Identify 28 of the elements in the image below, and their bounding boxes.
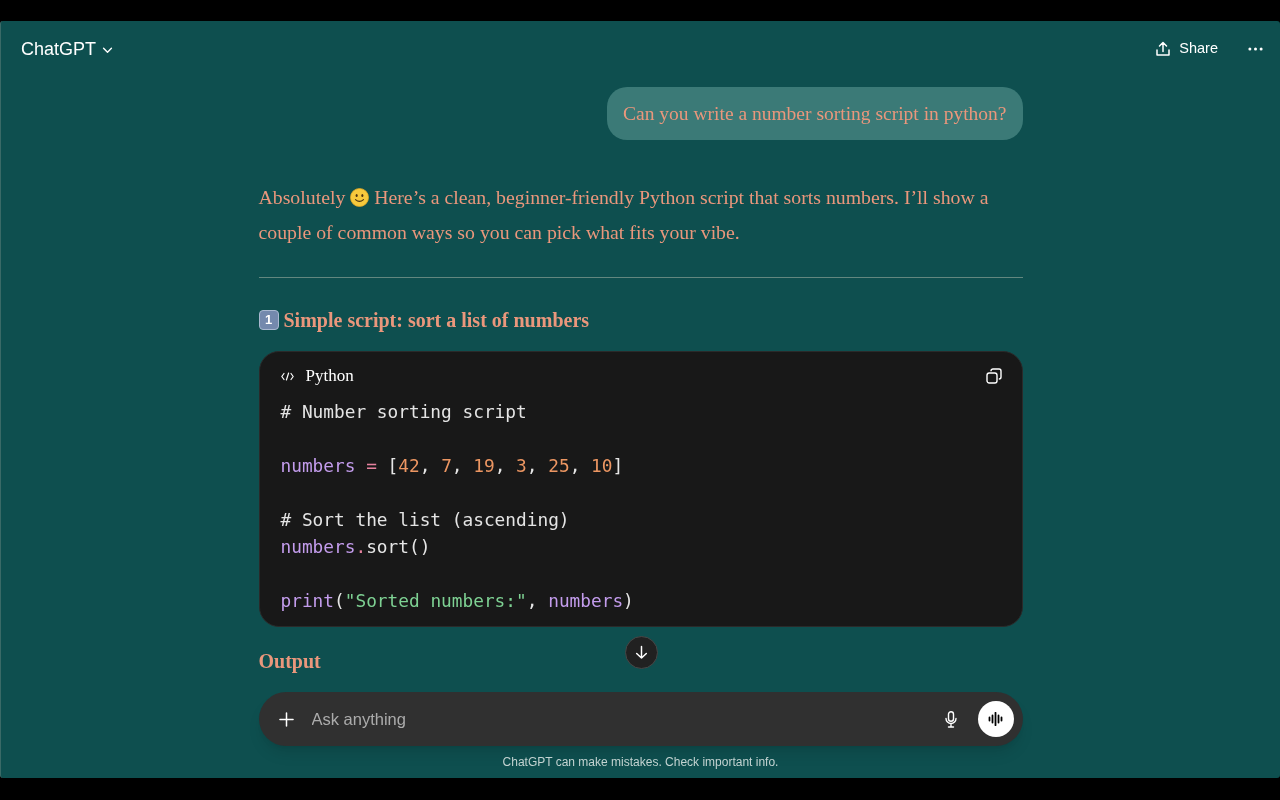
- code-icon: [280, 371, 294, 381]
- code-line: # Sort the list (ascending): [280, 508, 570, 532]
- code-line: # Number sorting script: [280, 400, 527, 424]
- number-keycap: 1: [258, 310, 279, 330]
- share-button[interactable]: Share: [1147, 34, 1226, 64]
- model-selector[interactable]: ChatGPT: [13, 31, 122, 67]
- plus-icon: [279, 711, 294, 727]
- code-line: numbers = [42, 7, 19, 3, 25, 10]: [280, 454, 624, 478]
- section-heading: Output: [258, 649, 321, 675]
- code-line: numbers.sort(): [280, 535, 431, 559]
- ellipsis-icon: [1247, 47, 1263, 51]
- message-input[interactable]: Ask anything: [311, 704, 936, 734]
- scroll-down-button[interactable]: [625, 636, 658, 669]
- disclaimer-text: ChatGPT can make mistakes. Check important info.: [502, 754, 779, 771]
- response-paragraph: Absolutely Here’s a clean, beginner-friendly Python script that sorts numbers. I’ll show a couple of common ways so you can pick what fits your vibe.: [258, 185, 990, 245]
- code-language-label: Python: [305, 365, 354, 388]
- voice-mode-button[interactable]: [977, 701, 1014, 737]
- code-line: print("Sorted numbers:", numbers): [280, 589, 634, 613]
- arrow-down-icon: [635, 645, 648, 660]
- user-message: Can you write a number sorting script in python?: [607, 87, 1023, 140]
- chevron-down-icon: [102, 46, 114, 54]
- section-heading: Simple script: sort a list of numbers: [283, 308, 590, 334]
- waveform-icon: [987, 712, 1004, 726]
- upload-icon: [1155, 41, 1172, 57]
- smiley-icon: [350, 188, 370, 207]
- microphone-icon: [944, 710, 957, 728]
- copy-icon: [985, 368, 1002, 384]
- composer-bar[interactable]: Ask anything: [258, 692, 1023, 746]
